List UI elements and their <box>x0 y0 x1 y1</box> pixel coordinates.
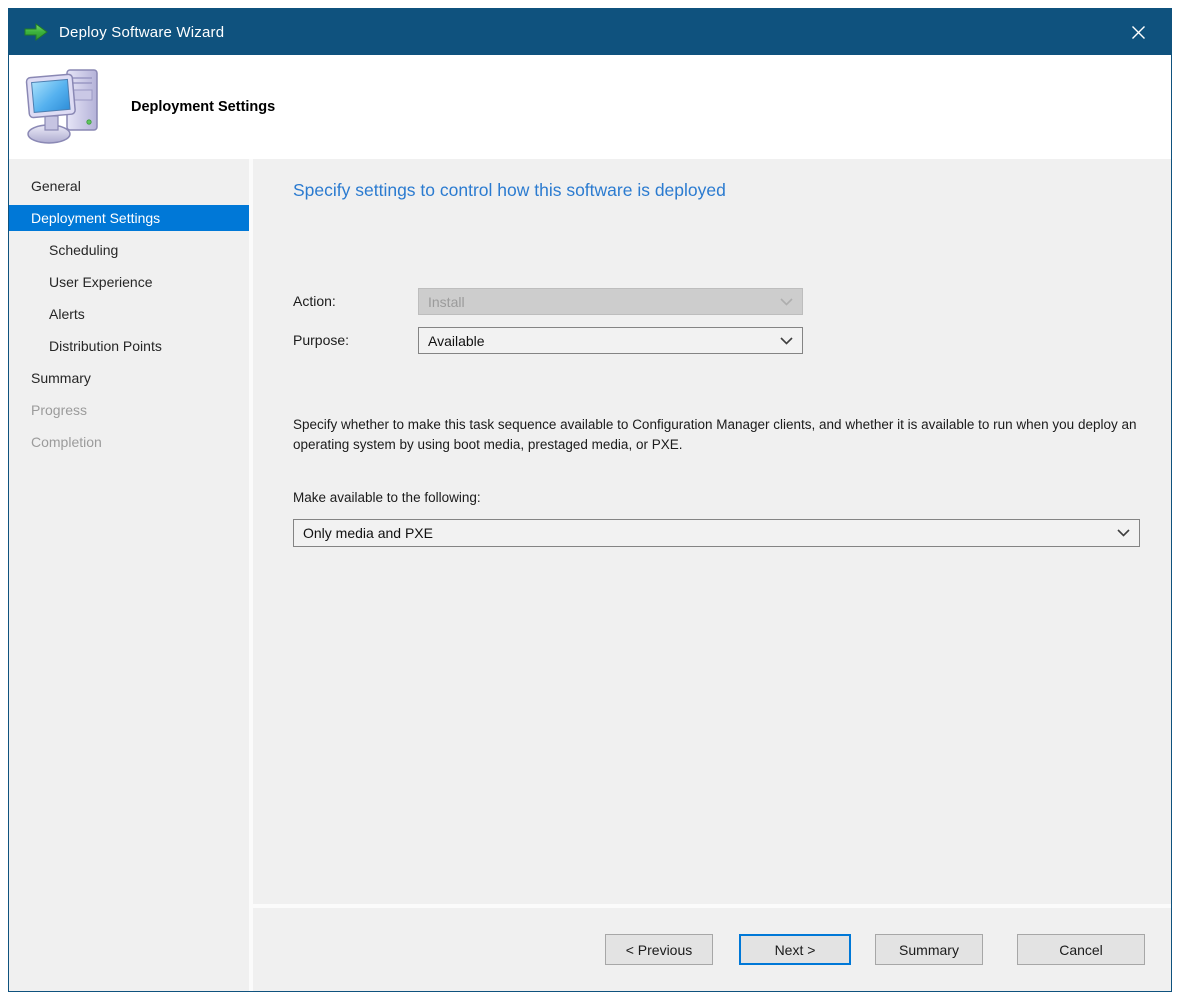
chevron-down-icon <box>780 298 793 306</box>
footer-button-bar: < Previous Next > Summary Cancel <box>253 908 1171 991</box>
make-available-label: Make available to the following: <box>293 490 481 505</box>
sidebar-item-completion: Completion <box>9 429 249 455</box>
content-column: Specify settings to control how this sof… <box>253 159 1171 991</box>
chevron-down-icon <box>1117 529 1130 537</box>
window-title: Deploy Software Wizard <box>59 24 224 41</box>
summary-button[interactable]: Summary <box>875 934 983 965</box>
wizard-page-title: Deployment Settings <box>131 99 275 115</box>
action-value: Install <box>428 294 465 310</box>
deployment-settings-pane: Specify settings to control how this sof… <box>253 159 1171 904</box>
close-icon <box>1131 25 1146 40</box>
close-button[interactable] <box>1123 17 1153 47</box>
sidebar-item-scheduling[interactable]: Scheduling <box>9 237 249 263</box>
sidebar-item-user-experience[interactable]: User Experience <box>9 269 249 295</box>
sidebar-item-deployment-settings[interactable]: Deployment Settings <box>9 205 249 231</box>
make-available-value: Only media and PXE <box>303 525 433 541</box>
page-heading: Specify settings to control how this sof… <box>293 180 726 201</box>
chevron-down-icon <box>780 337 793 345</box>
action-label: Action: <box>293 288 336 315</box>
purpose-label: Purpose: <box>293 327 349 354</box>
purpose-dropdown[interactable]: Available <box>418 327 803 354</box>
availability-description: Specify whether to make this task sequen… <box>293 415 1165 454</box>
cancel-button[interactable]: Cancel <box>1017 934 1145 965</box>
make-available-dropdown[interactable]: Only media and PXE <box>293 519 1140 547</box>
next-button[interactable]: Next > <box>739 934 851 965</box>
wizard-header: Deployment Settings <box>9 55 1171 159</box>
purpose-value: Available <box>428 333 485 349</box>
sidebar-item-summary[interactable]: Summary <box>9 365 249 391</box>
computer-icon <box>25 64 105 150</box>
green-arrow-icon <box>23 22 49 42</box>
wizard-body: General Deployment Settings Scheduling U… <box>9 159 1171 991</box>
titlebar: Deploy Software Wizard <box>9 9 1171 55</box>
deploy-software-wizard-dialog: Deploy Software Wizard <box>8 8 1172 992</box>
sidebar-item-alerts[interactable]: Alerts <box>9 301 249 327</box>
sidebar-item-progress: Progress <box>9 397 249 423</box>
action-dropdown: Install <box>418 288 803 315</box>
sidebar-item-general[interactable]: General <box>9 173 249 199</box>
previous-button[interactable]: < Previous <box>605 934 713 965</box>
wizard-steps-sidebar: General Deployment Settings Scheduling U… <box>9 159 249 991</box>
sidebar-item-distribution-points[interactable]: Distribution Points <box>9 333 249 359</box>
